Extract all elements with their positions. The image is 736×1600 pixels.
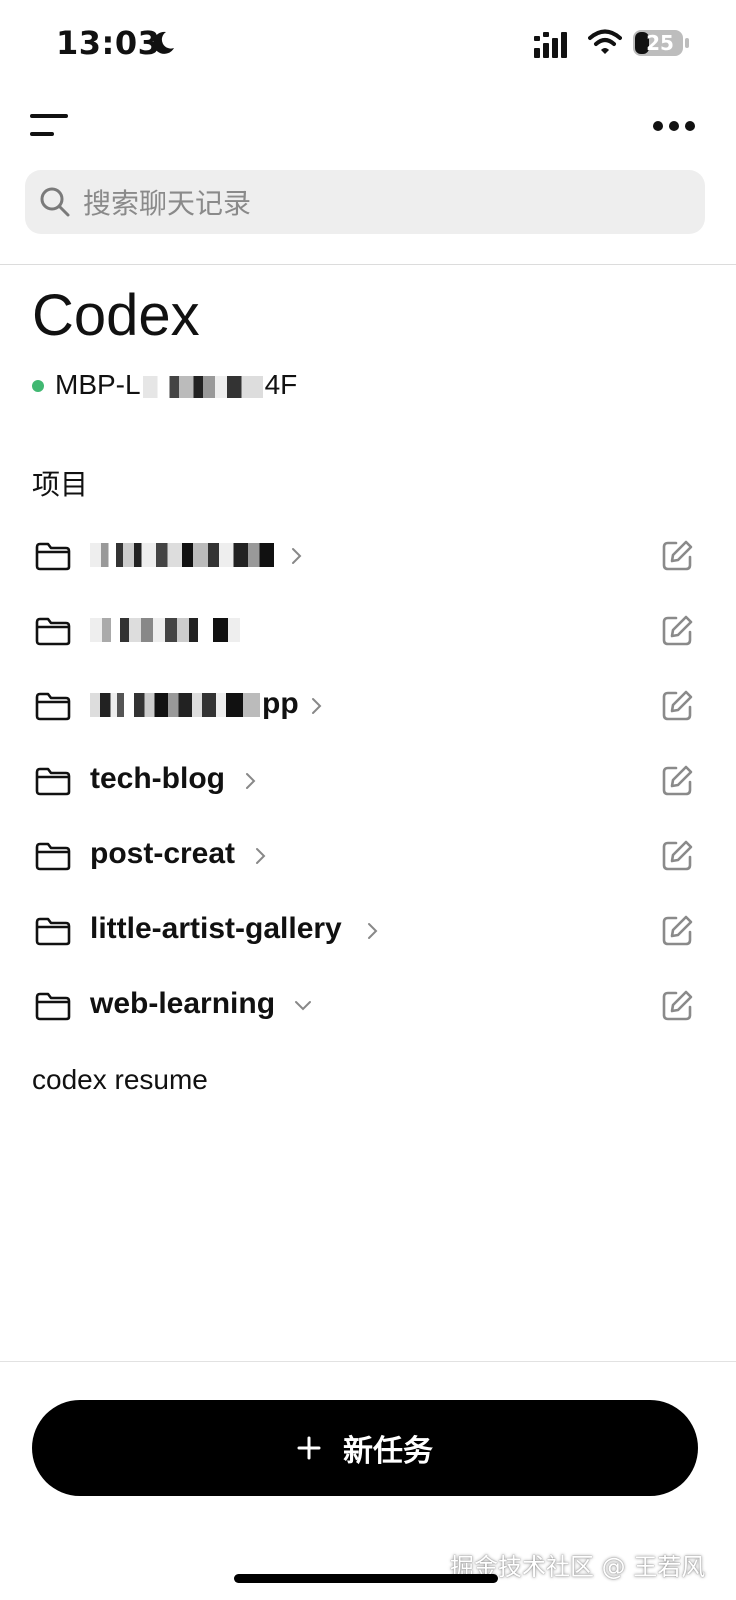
device-name-prefix: MBP-L xyxy=(55,369,141,400)
redacted-project-name xyxy=(90,618,240,642)
more-options-icon[interactable] xyxy=(650,112,698,140)
edit-icon[interactable] xyxy=(660,914,694,948)
chevron-right-icon xyxy=(292,548,302,564)
project-row[interactable]: post-creat xyxy=(0,819,736,894)
battery-percentage: 25 xyxy=(646,31,674,55)
folder-icon xyxy=(35,992,71,1021)
edit-icon[interactable] xyxy=(660,614,694,648)
project-list: pp tech-blog post-creat little-artist-ga… xyxy=(0,519,736,1044)
device-name: MBP-L 4F xyxy=(55,369,297,401)
project-row[interactable]: tech-blog xyxy=(0,744,736,819)
chevron-right-icon xyxy=(312,698,322,714)
status-bar: 13:03 25 xyxy=(0,0,736,90)
projects-heading: 项目 xyxy=(32,468,89,501)
project-row[interactable]: pp xyxy=(0,669,736,744)
search-icon xyxy=(40,187,70,217)
folder-icon xyxy=(35,542,71,571)
folder-icon xyxy=(35,692,71,721)
footer-divider xyxy=(0,1361,736,1362)
cellular-signal-icon xyxy=(534,32,567,58)
page-title: Codex xyxy=(32,283,200,348)
project-label: post-creat xyxy=(90,837,236,870)
home-indicator xyxy=(234,1574,498,1583)
project-label: little-artist-gallery xyxy=(90,912,342,945)
edit-icon[interactable] xyxy=(660,689,694,723)
chevron-right-icon xyxy=(368,923,378,939)
edit-icon[interactable] xyxy=(660,839,694,873)
project-row[interactable] xyxy=(0,519,736,594)
chevron-down-icon xyxy=(295,1001,311,1011)
header-divider xyxy=(0,264,736,265)
folder-icon xyxy=(35,767,71,796)
redacted-project-name xyxy=(90,543,274,567)
codex-screen: 13:03 25 搜索聊天记录 Codex MBP-L 4F 项目 pp tec… xyxy=(0,0,736,1600)
project-label: tech-blog xyxy=(90,762,225,795)
folder-icon xyxy=(35,617,71,646)
status-time: 13:03 xyxy=(56,24,161,62)
session-item[interactable]: codex resume xyxy=(32,1064,208,1096)
project-row[interactable]: web-learning xyxy=(0,969,736,1044)
plus-icon xyxy=(297,1436,321,1460)
edit-icon[interactable] xyxy=(660,539,694,573)
redacted-block xyxy=(142,375,263,398)
menu-icon[interactable] xyxy=(26,108,74,144)
chevron-right-icon xyxy=(256,848,266,864)
folder-icon xyxy=(35,842,71,871)
new-task-label: 新任务 xyxy=(343,1434,433,1469)
project-row[interactable] xyxy=(0,594,736,669)
new-task-button[interactable]: 新任务 xyxy=(32,1400,698,1496)
edit-icon[interactable] xyxy=(660,764,694,798)
moon-icon xyxy=(153,31,174,54)
search-input[interactable] xyxy=(81,170,685,236)
project-label: web-learning xyxy=(90,987,276,1020)
online-status-dot xyxy=(32,380,44,392)
folder-icon xyxy=(35,917,71,946)
chevron-right-icon xyxy=(246,773,256,789)
edit-icon[interactable] xyxy=(660,989,694,1023)
project-label: pp xyxy=(262,687,299,720)
device-name-suffix: 4F xyxy=(264,369,298,400)
redacted-project-name xyxy=(90,693,260,717)
wifi-icon xyxy=(588,29,622,54)
project-row[interactable]: little-artist-gallery xyxy=(0,894,736,969)
search-bar[interactable] xyxy=(25,170,705,236)
